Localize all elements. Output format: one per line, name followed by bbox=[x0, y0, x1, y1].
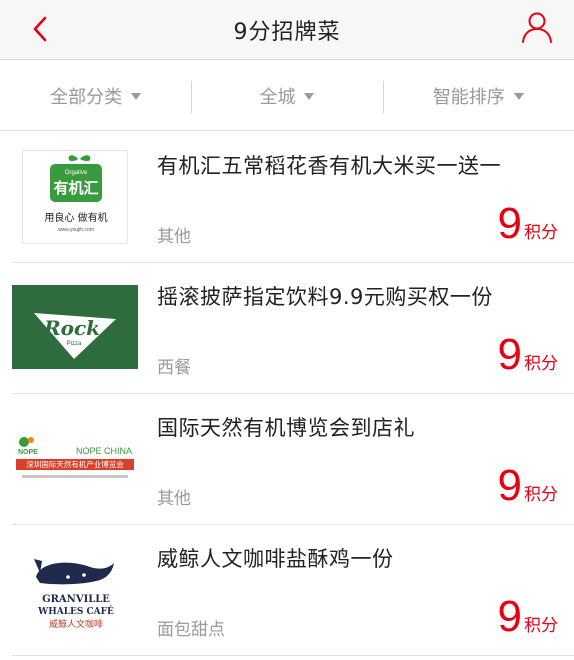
logo-cn: 深圳国际天然有机产业博览会 bbox=[26, 459, 124, 469]
logo-brand-small: Orgalive bbox=[65, 170, 88, 176]
whale-cafe-logo-image: GRANVILLE WHALES CAFÉ 威鲸人文咖啡 bbox=[34, 559, 114, 630]
logo-brand: 有机汇 bbox=[53, 179, 98, 197]
points-value: 9 bbox=[497, 592, 522, 641]
caret-down-icon bbox=[513, 93, 524, 100]
points-value: 9 bbox=[497, 461, 522, 510]
filter-area-dropdown[interactable]: 全城 bbox=[191, 61, 382, 130]
logo-sub: Pizza bbox=[67, 341, 82, 347]
item-name: 威鲸人文咖啡盐酥鸡一份 bbox=[157, 547, 394, 571]
points-price: 9 积分 bbox=[498, 333, 558, 377]
caret-down-icon bbox=[131, 93, 142, 100]
list-item[interactable]: NOPE NOPE CHINA 深圳国际天然有机产业博览会 国际天然有机博览会到… bbox=[0, 394, 574, 525]
logo-url: www.youjih.com bbox=[58, 227, 94, 233]
points-value: 9 bbox=[497, 199, 522, 248]
item-name: 有机汇五常稻花香有机大米买一送一 bbox=[157, 154, 501, 178]
filter-label: 全部分类 bbox=[50, 86, 123, 108]
points-unit: 积分 bbox=[524, 485, 558, 505]
item-category: 面包甜点 bbox=[157, 620, 225, 640]
page-title: 9分招牌菜 bbox=[233, 20, 341, 45]
filter-label: 智能排序 bbox=[432, 86, 505, 108]
filter-label: 全城 bbox=[259, 86, 296, 108]
item-category: 西餐 bbox=[157, 358, 191, 378]
logo-mark: NOPE bbox=[18, 449, 38, 456]
item-category: 其他 bbox=[157, 227, 191, 247]
item-category: 其他 bbox=[157, 489, 191, 509]
item-thumbnail: Rock Pizza bbox=[12, 285, 138, 369]
logo-brand: NOPE CHINA bbox=[76, 446, 132, 456]
item-name: 摇滚披萨指定饮料9.9元购买权一份 bbox=[157, 285, 493, 309]
item-name: 国际天然有机博览会到店礼 bbox=[157, 416, 415, 440]
list-item[interactable]: GRANVILLE WHALES CAFÉ 威鲸人文咖啡 威鲸人文咖啡盐酥鸡一份… bbox=[0, 525, 574, 656]
points-value: 9 bbox=[497, 330, 522, 379]
logo-brand: Rock bbox=[43, 316, 100, 340]
caret-down-icon bbox=[304, 93, 315, 100]
filter-sort-dropdown[interactable]: 智能排序 bbox=[382, 61, 574, 130]
logo-cn: 威鲸人文咖啡 bbox=[49, 618, 103, 630]
item-thumbnail: GRANVILLE WHALES CAFÉ 威鲸人文咖啡 bbox=[28, 547, 124, 637]
points-unit: 积分 bbox=[524, 223, 558, 243]
logo-line1: GRANVILLE bbox=[42, 594, 110, 605]
list-item[interactable]: Orgalive 有机汇 用良心 做有机 www.youjih.com 有机汇五… bbox=[0, 132, 574, 263]
points-price: 9 积分 bbox=[498, 202, 558, 246]
points-unit: 积分 bbox=[524, 354, 558, 374]
points-unit: 积分 bbox=[524, 616, 558, 636]
dish-list: Orgalive 有机汇 用良心 做有机 www.youjih.com 有机汇五… bbox=[0, 132, 574, 656]
rock-pizza-logo-image: Rock Pizza bbox=[12, 285, 138, 369]
nope-expo-logo-image: NOPE NOPE CHINA 深圳国际天然有机产业博览会 bbox=[16, 437, 134, 478]
logo-line2: WHALES CAFÉ bbox=[37, 605, 114, 617]
points-price: 9 积分 bbox=[498, 595, 558, 639]
user-icon[interactable] bbox=[520, 10, 554, 44]
organic-logo-image: Orgalive 有机汇 用良心 做有机 www.youjih.com bbox=[44, 155, 108, 233]
filter-category-dropdown[interactable]: 全部分类 bbox=[0, 61, 191, 130]
top-nav-bar: 9分招牌菜 bbox=[0, 0, 574, 60]
item-thumbnail: Orgalive 有机汇 用良心 做有机 www.youjih.com bbox=[22, 150, 128, 244]
item-thumbnail: NOPE NOPE CHINA 深圳国际天然有机产业博览会 bbox=[14, 432, 136, 490]
list-item[interactable]: Rock Pizza 摇滚披萨指定饮料9.9元购买权一份 西餐 9 积分 bbox=[0, 263, 574, 394]
filter-bar: 全部分类 全城 智能排序 bbox=[0, 61, 574, 131]
points-price: 9 积分 bbox=[498, 464, 558, 508]
logo-slogan: 用良心 做有机 bbox=[44, 211, 107, 224]
